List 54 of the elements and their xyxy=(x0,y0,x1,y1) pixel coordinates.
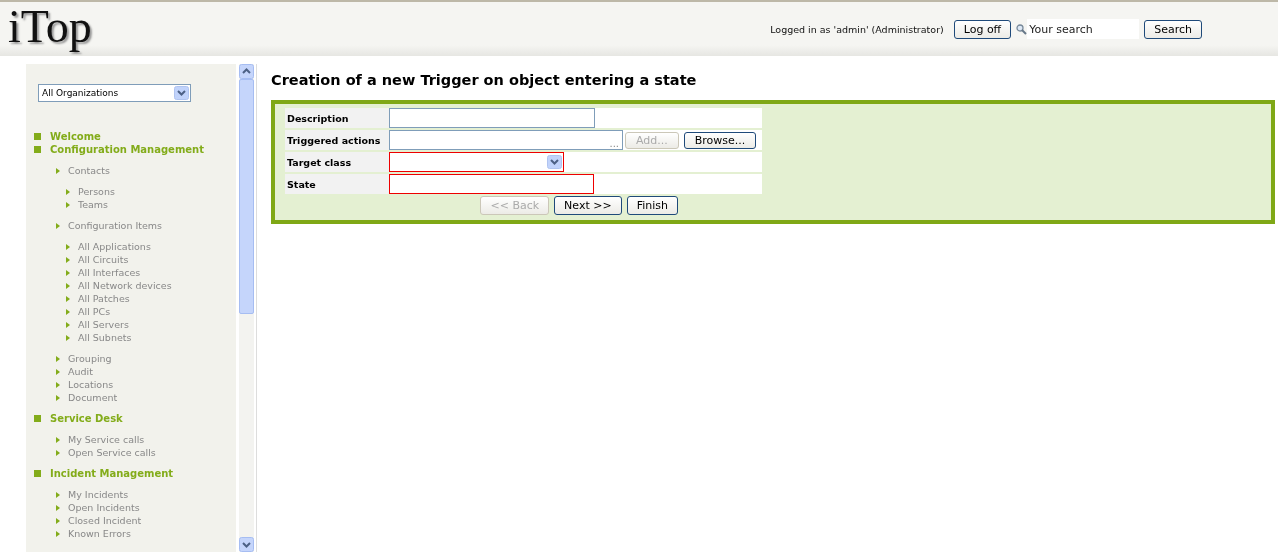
field-label: Target class xyxy=(285,152,389,172)
menu-item[interactable]: Contacts xyxy=(26,164,236,177)
menu-item[interactable]: My Incidents xyxy=(26,488,236,501)
lookup-field[interactable]: ... xyxy=(389,130,623,150)
menu-item[interactable]: All Subnets xyxy=(26,331,236,344)
menu-item[interactable]: Closed Incident xyxy=(26,514,236,527)
menu-item[interactable]: Configuration Items xyxy=(26,219,236,232)
text-field[interactable] xyxy=(389,108,595,128)
menu-item[interactable]: Audit xyxy=(26,365,236,378)
logoff-button[interactable]: Log off xyxy=(953,19,1012,39)
scroll-up-icon[interactable] xyxy=(239,64,254,79)
field-label: State xyxy=(285,174,389,194)
menu-item[interactable]: All PCs xyxy=(26,305,236,318)
menu-item[interactable]: All Servers xyxy=(26,318,236,331)
menu-item[interactable]: All Network devices xyxy=(26,279,236,292)
bullet-icon xyxy=(34,415,41,422)
menu-item[interactable]: Known Errors xyxy=(26,527,236,540)
organization-select[interactable]: All Organizations xyxy=(38,84,191,102)
bullet-icon xyxy=(34,133,41,140)
select-field[interactable] xyxy=(389,152,564,172)
menu-group[interactable]: Service Desk xyxy=(26,412,236,425)
menu-item[interactable]: Open Incidents xyxy=(26,501,236,514)
search-field[interactable]: Your search xyxy=(1027,19,1140,39)
menu-item[interactable]: All Circuits xyxy=(26,253,236,266)
menu-item[interactable]: All Interfaces xyxy=(26,266,236,279)
bullet-icon xyxy=(34,146,41,153)
menu-item[interactable]: All Patches xyxy=(26,292,236,305)
text-field[interactable] xyxy=(389,174,594,194)
scrollbar-thumb[interactable] xyxy=(239,79,254,314)
logo: iTop xyxy=(8,0,92,53)
arrow-icon xyxy=(56,167,60,174)
browse-button[interactable]: Browse... xyxy=(683,131,757,149)
field-label: Triggered actions xyxy=(285,130,389,150)
bullet-icon xyxy=(34,470,41,477)
login-status: Logged in as 'admin' (Administrator) xyxy=(770,23,944,35)
wizard-button[interactable]: Finish xyxy=(626,196,678,215)
menu-item[interactable]: My Service calls xyxy=(26,433,236,446)
menu-item[interactable]: Teams xyxy=(26,198,236,211)
scroll-down-icon[interactable] xyxy=(239,537,254,552)
menu-item[interactable]: Document xyxy=(26,391,236,404)
search-button[interactable]: Search xyxy=(1144,19,1202,39)
wizard-button[interactable]: Next >> xyxy=(554,196,622,215)
search-icon xyxy=(1016,23,1028,35)
arrow-icon xyxy=(56,222,60,229)
menu-group[interactable]: Incident Management xyxy=(26,467,236,480)
page-title: Creation of a new Trigger on object entering a state xyxy=(271,72,698,88)
menu-item[interactable]: Locations xyxy=(26,378,236,391)
menu-group[interactable]: Welcome xyxy=(26,130,236,143)
menu-item[interactable]: All Applications xyxy=(26,240,236,253)
menu-group[interactable]: Configuration Management xyxy=(26,143,236,156)
menu-item[interactable]: Grouping xyxy=(26,352,236,365)
menu-item[interactable]: Persons xyxy=(26,185,236,198)
menu-item[interactable]: Open Service calls xyxy=(26,446,236,459)
field-label: Description xyxy=(285,108,389,128)
